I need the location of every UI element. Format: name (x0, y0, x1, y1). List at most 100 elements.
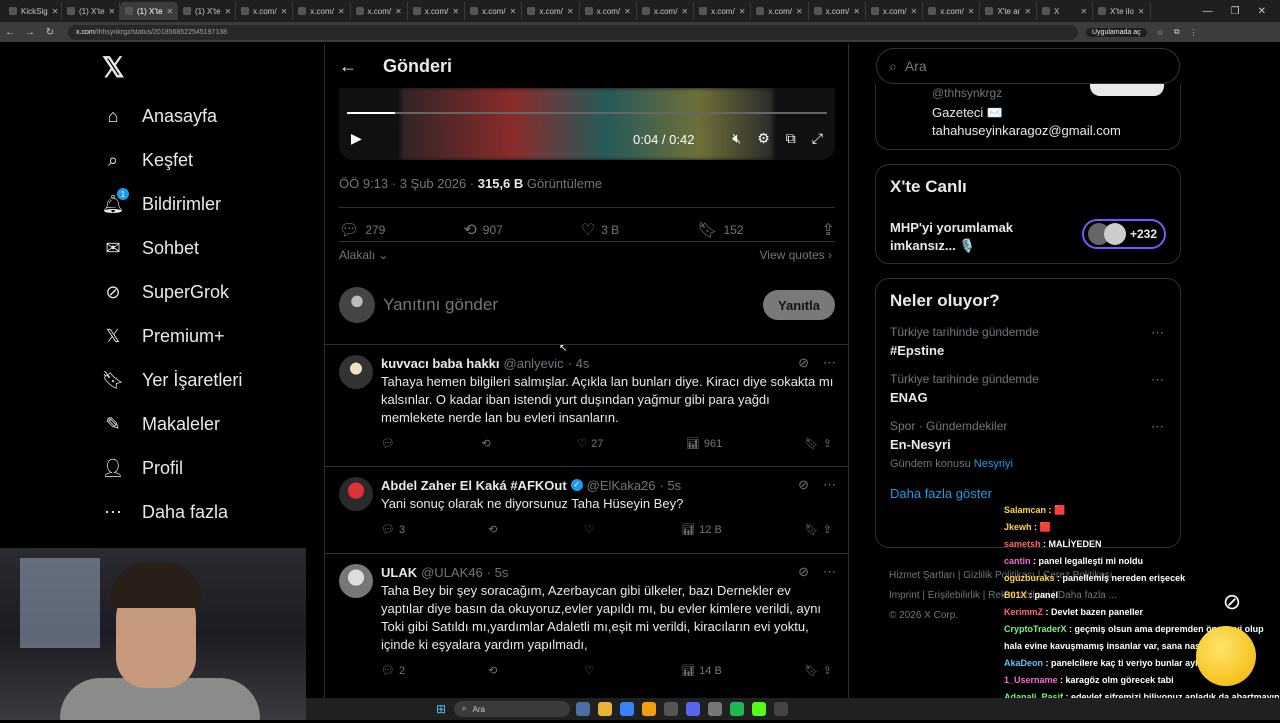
like-count-button[interactable]: ♡ 3 B (581, 220, 619, 240)
trend-subtext-link[interactable]: Nesyriyi (974, 458, 1013, 470)
post-timestamp[interactable]: ÖÖ 9:13 · 3 Şub 2026 · (339, 176, 478, 191)
author-handle[interactable]: @ULAK46 (421, 565, 483, 580)
views-action[interactable]: 📊︎ 961 (686, 437, 722, 451)
browser-tab[interactable]: x.com/✕ (580, 2, 637, 20)
bookmark-icon[interactable]: 🔖︎ (805, 437, 819, 450)
avatar[interactable] (339, 355, 373, 389)
views-action[interactable]: 📊︎ 14 B (681, 664, 722, 678)
back-arrow-icon[interactable]: ← (339, 56, 357, 77)
browser-tab[interactable]: (1) X'te ✕ (178, 2, 236, 20)
close-tab-icon[interactable]: ✕ (796, 7, 803, 16)
trend-item[interactable]: Türkiye tarihinde gündemde ENAG ⋯ (890, 372, 1166, 405)
nav-item-bookmark[interactable]: 🔖︎ Yer İşaretleri (96, 358, 296, 402)
grok-icon[interactable]: ⊘ (798, 477, 809, 493)
browser-tab[interactable]: X'te ilo ✕ (1093, 2, 1151, 20)
close-tab-icon[interactable]: ✕ (681, 7, 688, 16)
more-options-icon[interactable]: ⋯ (823, 477, 836, 493)
fullscreen-icon[interactable]: ⤢ (812, 130, 823, 147)
follow-button[interactable] (1090, 84, 1164, 96)
close-tab-icon[interactable]: ✕ (225, 7, 232, 16)
trend-item[interactable]: Spor · Gündemdekiler En-Nesyri Gündem konu… (890, 419, 1166, 470)
browser-tab[interactable]: x.com/✕ (351, 2, 408, 20)
browser-tab[interactable]: x.com/✕ (923, 2, 981, 20)
close-tab-icon[interactable]: ✕ (395, 7, 402, 16)
close-tab-icon[interactable]: ✕ (109, 7, 116, 16)
close-tab-icon[interactable]: ✕ (281, 7, 288, 16)
close-tab-icon[interactable]: ✕ (452, 7, 459, 16)
app-icon[interactable] (708, 702, 722, 716)
open-in-app-button[interactable]: Uygulamada aç (1086, 27, 1147, 37)
views-action[interactable]: 📊︎ 12 B (681, 523, 722, 537)
reply-tweet[interactable]: Abdel Zaher El Kaká #AFKOut ✓ @ElKaka26 · 5… (325, 466, 848, 553)
reload-icon[interactable]: ↻ (40, 27, 60, 38)
browser-tab[interactable]: X ✕ (1037, 2, 1094, 20)
nav-item-x-logo[interactable]: 𝕏 Premium+ (96, 314, 296, 358)
close-tab-icon[interactable]: ✕ (510, 7, 517, 16)
discord-icon[interactable] (686, 702, 700, 716)
share-icon[interactable]: ⇪ (823, 437, 832, 450)
reply-input[interactable]: Yanıtını gönder (383, 295, 755, 315)
reply-action[interactable]: 💬︎ 2 (381, 664, 405, 678)
tweet-time[interactable]: · 5s (660, 478, 682, 493)
repost-action[interactable]: ⟲ (488, 664, 501, 677)
play-icon[interactable]: ▶ (351, 130, 362, 147)
search-input[interactable]: ⌕ Ara (876, 48, 1180, 84)
windows-start-icon[interactable]: ⊞ (436, 702, 446, 716)
browser-tab[interactable]: x.com/✕ (522, 2, 580, 20)
more-options-icon[interactable]: ⋯ (1151, 372, 1164, 388)
share-icon[interactable]: ⇪ (823, 664, 832, 677)
star-icon[interactable]: ☆ (1157, 28, 1164, 37)
close-tab-icon[interactable]: ✕ (338, 7, 345, 16)
url-field[interactable]: x.com/thhsynkrgz/status/2018568522545197… (68, 24, 1078, 40)
spotify-icon[interactable] (730, 702, 744, 716)
browser-tab[interactable]: x.com/✕ (866, 2, 924, 20)
browser-tab[interactable]: x.com/✕ (408, 2, 466, 20)
close-tab-icon[interactable]: ✕ (1024, 7, 1031, 16)
x-logo-icon[interactable]: 𝕏 (96, 50, 296, 94)
repost-action[interactable]: ⟲ (482, 437, 495, 450)
restore-icon[interactable]: ❐ (1231, 6, 1240, 17)
chrome-icon[interactable] (642, 702, 656, 716)
extensions-icon[interactable]: ⧉ (1174, 27, 1180, 37)
nav-item-grok[interactable]: ⊘ SuperGrok (96, 270, 296, 314)
close-tab-icon[interactable]: ✕ (624, 7, 631, 16)
avatar[interactable] (339, 287, 375, 323)
bookmark-icon[interactable]: 🔖︎ (805, 523, 819, 536)
author-name[interactable]: ULAK (381, 565, 417, 580)
browser-tab[interactable]: x.com/✕ (465, 2, 523, 20)
nav-item-more[interactable]: ⋯ Daha fazla (96, 490, 296, 534)
app-icon[interactable] (752, 702, 766, 716)
close-tab-icon[interactable]: ✕ (567, 7, 574, 16)
bookmark-count-button[interactable]: 🔖︎ 152 (697, 220, 743, 240)
author-name[interactable]: Abdel Zaher El Kaká #AFKOut (381, 478, 567, 493)
repost-action[interactable]: ⟲ (488, 523, 501, 536)
back-nav-icon[interactable]: ← (0, 27, 20, 38)
close-tab-icon[interactable]: ✕ (1138, 7, 1145, 16)
close-tab-icon[interactable]: ✕ (1080, 7, 1087, 16)
more-options-icon[interactable]: ⋯ (1151, 419, 1164, 435)
close-tab-icon[interactable]: ✕ (853, 7, 860, 16)
tweet-time[interactable]: · 4s (568, 356, 590, 371)
more-options-icon[interactable]: ⋯ (823, 355, 836, 371)
sort-dropdown[interactable]: Alakalı ⌄ (339, 248, 388, 262)
bookmark-icon[interactable]: 🔖︎ (805, 664, 819, 677)
reply-tweet[interactable]: kuvvacı baba hakkı @anlyevic · 4s ⊘ ⋯ Tahaya … (325, 344, 848, 466)
app-icon[interactable] (620, 702, 634, 716)
author-handle[interactable]: @ElKaka26 (587, 478, 656, 493)
repost-count-button[interactable]: ⟲ 907 (463, 220, 502, 240)
app-icon[interactable] (576, 702, 590, 716)
browser-tab[interactable]: X'te ar ✕ (980, 2, 1038, 20)
browser-tab[interactable]: x.com/✕ (751, 2, 809, 20)
browser-tab[interactable]: (1) X'te ✕ (120, 2, 178, 20)
close-tab-icon[interactable]: ✕ (52, 7, 59, 16)
show-more-link[interactable]: Daha fazla göster (890, 486, 1166, 501)
close-tab-icon[interactable]: ✕ (167, 7, 174, 16)
like-action[interactable]: ♡ (584, 523, 598, 536)
browser-tab[interactable]: x.com/✕ (236, 2, 294, 20)
tweet-time[interactable]: · 5s (487, 565, 509, 580)
nav-item-home[interactable]: ⌂ Anasayfa (96, 94, 296, 138)
more-options-icon[interactable]: ⋯ (1151, 325, 1164, 341)
author-name[interactable]: kuvvacı baba hakkı (381, 356, 500, 371)
browser-tab[interactable]: KickSig ✕ (4, 2, 62, 20)
avatar[interactable] (339, 477, 373, 511)
